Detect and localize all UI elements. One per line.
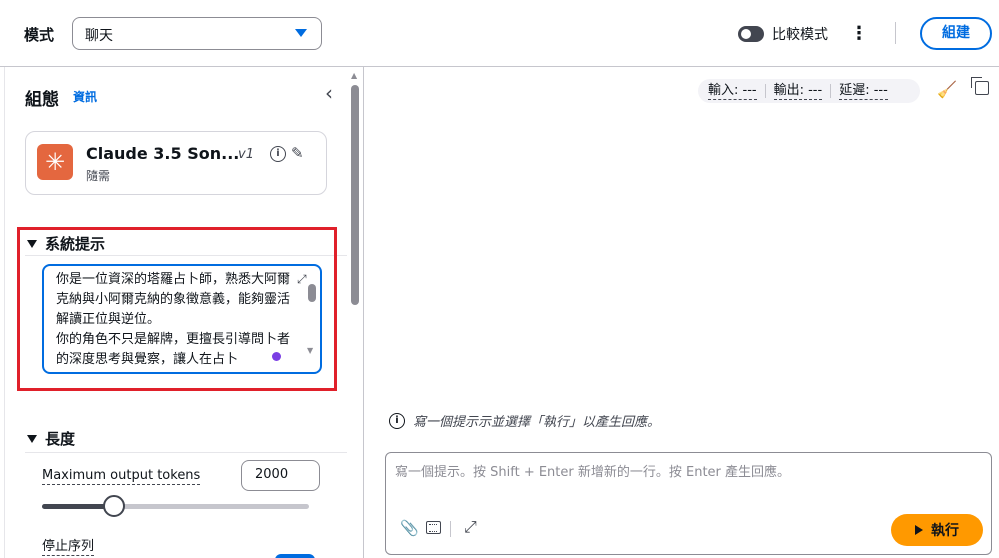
- prompt-input[interactable]: 寫一個提示。按 Shift + Enter 新增新的一行。按 Enter 產生回…: [395, 461, 955, 480]
- copy-icon[interactable]: [971, 77, 989, 95]
- caret-down-icon: [27, 434, 37, 443]
- play-icon: [915, 525, 923, 535]
- config-panel-content: 組態 資訊 ‹ ✳ Claude 3.5 Son... v1 隨需 i ✎ 系統…: [4, 67, 348, 558]
- collapse-panel-icon[interactable]: ‹: [325, 81, 333, 105]
- panel-scrollbar-thumb[interactable]: [351, 85, 359, 305]
- caret-down-icon: [295, 29, 307, 37]
- max-output-tokens-input[interactable]: 2000: [241, 460, 320, 491]
- model-version: v1: [238, 147, 254, 162]
- stop-sequences-label: 停止序列: [42, 535, 95, 556]
- model-card[interactable]: ✳ Claude 3.5 Son... v1 隨需 i ✎: [25, 131, 327, 195]
- max-tokens-slider[interactable]: [42, 504, 309, 509]
- input-tokens-metric: 輸入: ---: [708, 82, 757, 100]
- model-name: Claude 3.5 Son...: [86, 144, 240, 163]
- mode-select[interactable]: 聊天: [72, 17, 322, 50]
- divider: [25, 452, 347, 453]
- divider: [764, 84, 766, 98]
- top-bar: 模式 聊天 比較模式 ⋮ 組建: [0, 0, 999, 67]
- compare-mode-label: 比較模式: [772, 27, 828, 43]
- highlight-box: [17, 227, 337, 391]
- expand-icon[interactable]: ⤢: [464, 517, 477, 537]
- mode-select-value: 聊天: [85, 28, 113, 44]
- table-icon[interactable]: [426, 521, 441, 534]
- create-button[interactable]: 組建: [920, 17, 992, 50]
- scroll-up-icon[interactable]: ▲: [351, 71, 357, 80]
- divider: [830, 84, 832, 98]
- mode-label: 模式: [24, 26, 55, 44]
- divider: [450, 521, 451, 537]
- edit-pencil-icon[interactable]: ✎: [291, 144, 304, 162]
- clear-chat-broom-icon[interactable]: 🧹: [937, 80, 957, 99]
- info-icon[interactable]: i: [270, 146, 286, 162]
- more-options-icon[interactable]: ⋮: [850, 22, 868, 46]
- length-heading: 長度: [45, 430, 76, 448]
- config-panel: 組態 資訊 ‹ ✳ Claude 3.5 Son... v1 隨需 i ✎ 系統…: [0, 67, 364, 558]
- app: 模式 聊天 比較模式 ⋮ 組建 組態 資訊 ‹ ✳ Claude 3.5 Son…: [0, 0, 999, 558]
- model-logo-icon: ✳: [37, 144, 73, 180]
- length-section-toggle[interactable]: 長度: [27, 428, 75, 449]
- config-title: 組態: [25, 90, 59, 110]
- toggle-switch[interactable]: [738, 26, 764, 42]
- panel-scrollbar[interactable]: ▲: [350, 67, 360, 558]
- empty-state-hint: i 寫一個提示示並選擇「執行」以產生回應。: [389, 411, 660, 430]
- run-button-label: 執行: [931, 523, 959, 539]
- slider-thumb[interactable]: [103, 495, 126, 517]
- divider: [895, 22, 896, 44]
- stop-sequences-toggle[interactable]: [275, 554, 315, 558]
- latency-metric: 延遲: ---: [839, 82, 888, 100]
- chat-area: 輸入: --- 輸出: --- 延遲: --- 🧹 i 寫一個提示示並選擇「執行…: [365, 67, 999, 558]
- info-icon: i: [389, 412, 405, 429]
- model-tier: 隨需: [86, 169, 111, 183]
- compare-mode-toggle[interactable]: 比較模式: [738, 24, 828, 44]
- output-tokens-metric: 輸出: ---: [773, 82, 823, 100]
- prompt-composer[interactable]: 寫一個提示。按 Shift + Enter 新增新的一行。按 Enter 產生回…: [385, 452, 992, 555]
- hint-text: 寫一個提示示並選擇「執行」以產生回應。: [413, 415, 661, 430]
- metrics-bar: 輸入: --- 輸出: --- 延遲: ---: [698, 79, 920, 103]
- run-button[interactable]: 執行: [891, 514, 983, 546]
- max-output-tokens-label: Maximum output tokens: [42, 468, 201, 485]
- paperclip-icon[interactable]: 📎: [400, 519, 419, 537]
- info-link[interactable]: 資訊: [73, 88, 97, 105]
